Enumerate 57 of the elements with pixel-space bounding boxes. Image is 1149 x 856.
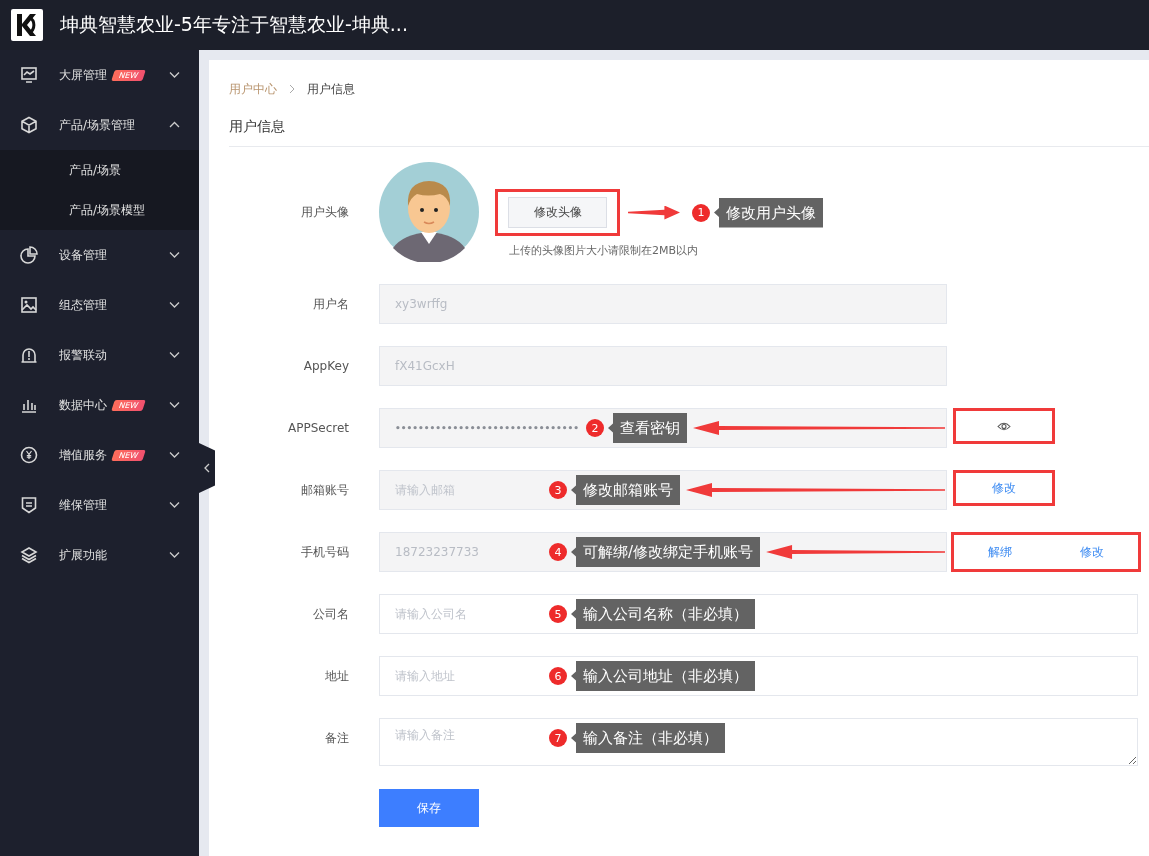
field-label: 邮箱账号 <box>300 482 349 499</box>
annotation-callout: 修改邮箱账号 <box>571 475 680 505</box>
menu-label: 数据中心 <box>59 396 107 414</box>
annotation-callout: 修改用户头像 <box>714 197 823 228</box>
page-heading: 用户信息 <box>229 118 1149 147</box>
annotation-callout: 查看密钥 <box>608 413 687 443</box>
menu-label: 设备管理 <box>59 246 107 264</box>
chevron-icon <box>204 463 210 473</box>
menu-label: 产品/场景管理 <box>59 116 136 134</box>
new-badge: NEW <box>111 69 146 81</box>
menu-item[interactable]: 维保管理 <box>0 480 199 530</box>
app-title: 坤典智慧农业-5年专注于智慧农业-坤典... <box>60 12 408 37</box>
shield-icon <box>20 496 38 514</box>
eye-icon <box>997 420 1011 432</box>
change-avatar-button[interactable]: 修改头像 <box>508 197 607 228</box>
annotation-callout: 输入备注（非必填） <box>571 723 725 753</box>
menu-label: 维保管理 <box>59 496 107 514</box>
new-badge: NEW <box>111 449 146 461</box>
logo-icon <box>11 9 43 41</box>
submenu-item[interactable]: 产品/场景 <box>0 150 199 190</box>
chevron-icon <box>289 84 295 94</box>
hint-text: 上传的头像图片大小请限制在2MB以内 <box>508 243 700 258</box>
annotation-callout: 可解绑/修改绑定手机账号 <box>571 537 761 567</box>
save-button[interactable]: 保存 <box>379 789 479 827</box>
field-label: 手机号码 <box>300 544 349 561</box>
menu-label: 扩展功能 <box>59 546 107 564</box>
annotation-callout: 输入公司名称（非必填） <box>571 599 755 629</box>
pie-chart-icon <box>20 246 38 264</box>
field-label: 备注 <box>324 730 349 747</box>
menu-item[interactable]: 数据中心 NEW <box>0 380 199 430</box>
menu-label: 组态管理 <box>59 296 107 314</box>
field-label: 用户名 <box>312 296 349 313</box>
menu-item[interactable]: 设备管理 <box>0 230 199 280</box>
picture-icon <box>20 296 38 314</box>
field-label: AppKey <box>302 358 349 375</box>
field-label: APPSecret <box>286 420 349 437</box>
monitor-icon <box>20 66 38 84</box>
alarm-icon <box>20 346 38 364</box>
cube-icon <box>20 116 38 134</box>
menu-label: 报警联动 <box>59 346 107 364</box>
yen-coin-icon <box>20 446 38 464</box>
step-number-badge: 1 <box>692 203 710 222</box>
menu-item[interactable]: 报警联动 <box>0 330 199 380</box>
menu-item[interactable]: 产品/场景管理 <box>0 100 199 150</box>
menu-label: 增值服务 <box>59 446 107 464</box>
menu-item[interactable]: 组态管理 <box>0 280 199 330</box>
annotation-callout: 输入公司地址（非必填） <box>571 661 755 691</box>
menu-item[interactable]: 扩展功能 <box>0 530 199 580</box>
layers-icon <box>20 546 38 564</box>
field-label: 用户头像 <box>300 204 349 221</box>
field-label: 地址 <box>324 668 349 685</box>
menu-item[interactable]: 大屏管理 NEW <box>0 50 199 100</box>
new-badge: NEW <box>111 399 146 411</box>
field-label: 公司名 <box>312 606 349 623</box>
submenu-item[interactable]: 产品/场景模型 <box>0 190 199 230</box>
menu-item[interactable]: 增值服务 NEW <box>0 430 199 480</box>
menu-label: 大屏管理 <box>59 66 107 84</box>
